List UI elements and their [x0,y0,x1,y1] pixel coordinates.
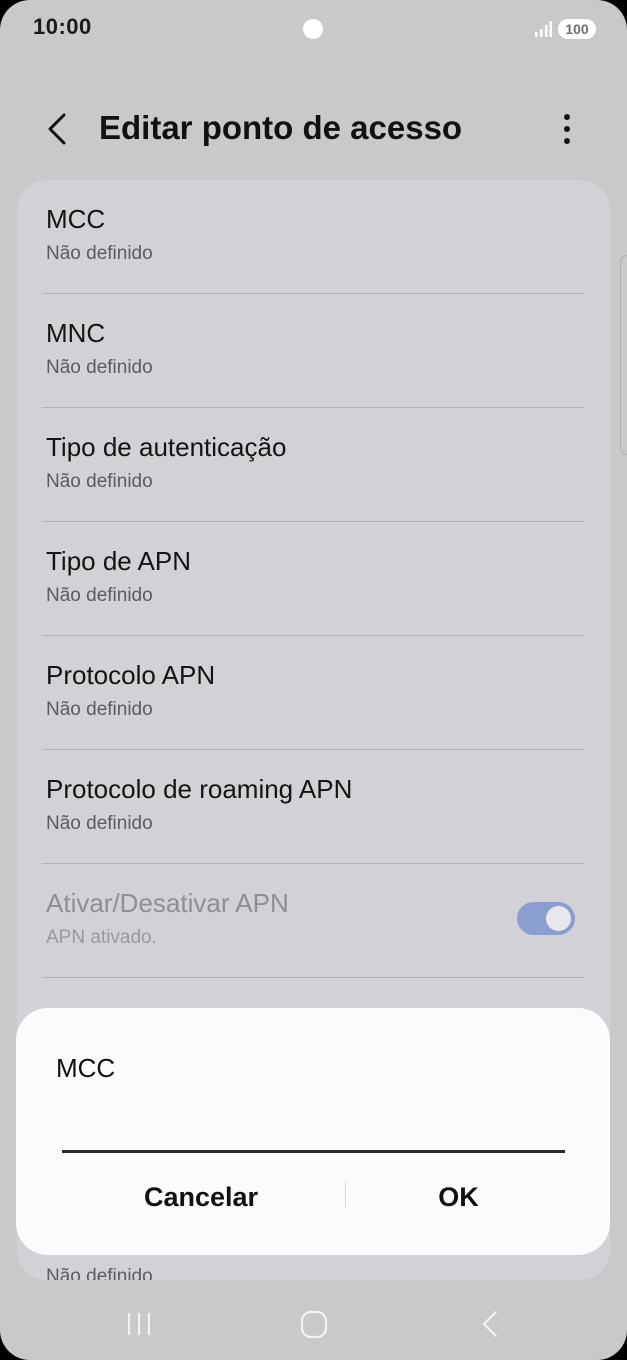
divider [42,977,585,978]
apn-toggle-switch[interactable] [517,902,575,935]
list-item-apn-toggle[interactable]: Ativar/Desativar APN APN ativado. [17,864,610,978]
dialog-title: MCC [56,1053,116,1083]
phone-screen: 10:00 100 Editar ponto de acesso MCC Não… [0,0,627,1360]
item-title: Ativar/Desativar APN [46,888,289,918]
item-title: Protocolo de roaming APN [46,774,353,804]
item-subtitle: Não definido [46,585,153,606]
item-subtitle: Não definido [46,243,153,264]
home-icon[interactable] [289,1304,339,1344]
back-icon[interactable] [466,1304,516,1344]
list-item-apn-roaming-protocol[interactable]: Protocolo de roaming APN Não definido [17,750,610,864]
item-subtitle: Não definido [46,471,153,492]
toggle-knob [546,906,571,931]
chevron-left-icon[interactable] [40,109,76,149]
battery-badge: 100 [558,19,596,39]
page-title: Editar ponto de acesso [99,109,463,146]
recent-apps-icon[interactable] [115,1304,165,1344]
item-subtitle: Não definido [46,357,153,378]
ok-button[interactable]: OK [316,1171,601,1221]
list-item-mnc[interactable]: MNC Não definido [17,294,610,408]
item-subtitle: Não definido [46,813,153,834]
item-title: MCC [46,204,106,234]
app-header: Editar ponto de acesso [0,95,627,165]
list-item-apn-protocol[interactable]: Protocolo APN Não definido [17,636,610,750]
item-title: MNC [46,318,106,348]
item-subtitle: Não definido [46,1266,153,1280]
status-bar: 10:00 100 [0,0,627,60]
list-item-apn-type[interactable]: Tipo de APN Não definido [17,522,610,636]
status-time: 10:00 [33,14,92,39]
list-item-mcc[interactable]: MCC Não definido [17,180,610,294]
scrollbar[interactable] [620,255,627,455]
more-vertical-icon[interactable] [552,109,582,149]
camera-dot-icon [303,19,323,39]
list-item-auth-type[interactable]: Tipo de autenticação Não definido [17,408,610,522]
item-title: Tipo de APN [46,546,192,576]
item-subtitle: Não definido [46,699,153,720]
mcc-input[interactable] [62,1108,565,1153]
item-subtitle: APN ativado. [46,927,157,948]
mcc-dialog: MCC Cancelar OK [16,1008,610,1255]
cancel-button[interactable]: Cancelar [56,1171,346,1221]
item-title: Protocolo APN [46,660,216,690]
navigation-bar [0,1290,627,1360]
signal-bars-icon [535,21,552,37]
item-title: Tipo de autenticação [46,432,287,462]
